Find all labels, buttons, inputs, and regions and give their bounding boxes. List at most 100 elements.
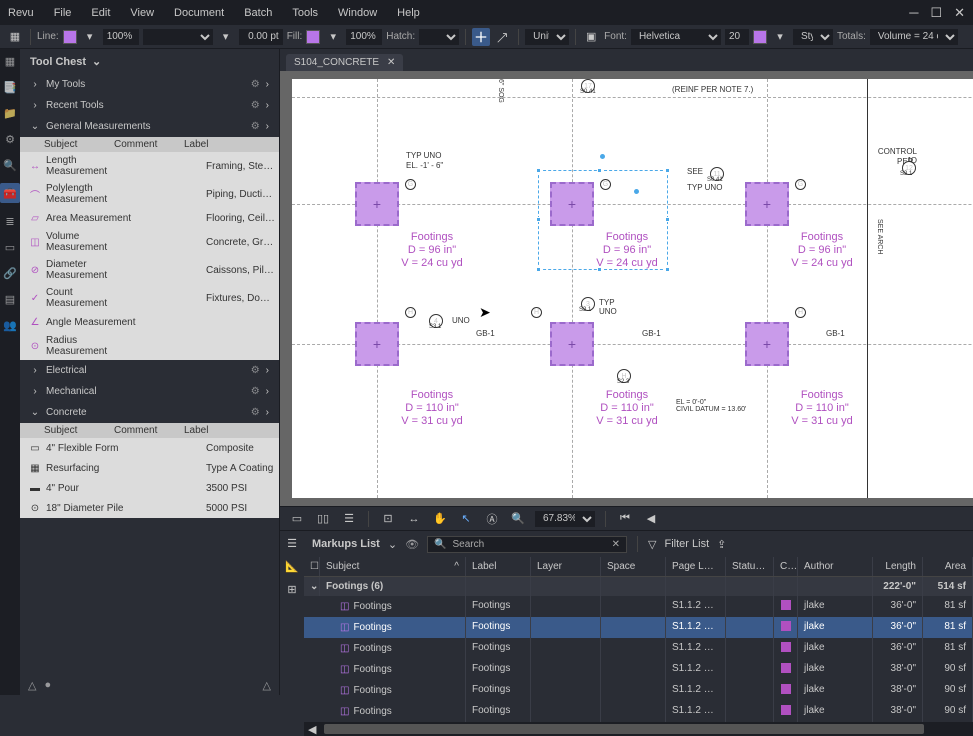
menu-revu[interactable]: Revu: [8, 7, 34, 19]
filter-icon[interactable]: ▽: [648, 538, 656, 551]
pan-icon[interactable]: ✋: [431, 510, 449, 528]
markups-row[interactable]: ◫ FootingsFootingsS1.1.2 FOUN...jlake38'…: [304, 659, 973, 680]
concrete-tool[interactable]: ⊙18" Diameter Pile5000 PSI: [20, 498, 279, 518]
slider-handle[interactable]: ●: [44, 679, 51, 691]
document-tab[interactable]: S104_CONCRETE ✕: [286, 54, 403, 71]
window-maximize[interactable]: ☐: [930, 5, 942, 21]
markups-list-icon[interactable]: ☰: [287, 537, 297, 550]
menu-help[interactable]: Help: [397, 7, 420, 19]
layers-icon[interactable]: ≣: [2, 213, 18, 229]
fill-color-swatch[interactable]: [306, 30, 320, 44]
subject-column[interactable]: Subject^: [320, 557, 466, 576]
forms-icon[interactable]: ▭: [2, 239, 18, 255]
line-opacity-input[interactable]: [103, 29, 139, 45]
footing-markup[interactable]: [745, 322, 789, 366]
gear-icon[interactable]: ⚙: [251, 100, 260, 111]
menu-view[interactable]: View: [130, 7, 154, 19]
gear-icon[interactable]: ⚙: [251, 121, 260, 132]
page-column[interactable]: Page Label: [666, 557, 726, 576]
layer-column[interactable]: Layer: [531, 557, 601, 576]
studio-icon[interactable]: 👥: [2, 317, 18, 333]
markups-row[interactable]: ◫ FootingsFootingsS1.1.2 FOUN...jlake36'…: [304, 638, 973, 659]
space-column[interactable]: Space: [601, 557, 666, 576]
font-select[interactable]: Helvetica: [631, 29, 721, 45]
author-column[interactable]: Author: [798, 557, 873, 576]
style-select[interactable]: Style: [793, 29, 833, 45]
font-color-swatch[interactable]: [753, 30, 767, 44]
fill-opacity-input[interactable]: [346, 29, 382, 45]
visibility-icon[interactable]: 👁: [405, 538, 419, 551]
measurement-tool[interactable]: ⊙Radius Measurement: [20, 332, 279, 360]
line-dropdown-icon[interactable]: ▾: [81, 28, 99, 46]
line-color-swatch[interactable]: [63, 30, 77, 44]
footing-markup[interactable]: [550, 322, 594, 366]
menu-document[interactable]: Document: [174, 7, 224, 19]
fit-width-icon[interactable]: ↔: [405, 510, 423, 528]
area-column[interactable]: Area: [923, 557, 973, 576]
menu-batch[interactable]: Batch: [244, 7, 272, 19]
panel-toggle-icon[interactable]: ▦: [6, 28, 24, 46]
measurement-tool[interactable]: ⊘Diameter MeasurementCaissons, Piles, Co…: [20, 256, 279, 284]
export-icon[interactable]: △: [28, 679, 36, 692]
line-weight-input[interactable]: [239, 29, 283, 45]
measurement-tool[interactable]: ◫Volume MeasurementConcrete, Grading: [20, 228, 279, 256]
window-minimize[interactable]: ─: [909, 5, 918, 21]
search-icon[interactable]: 🔍: [2, 157, 18, 173]
measurements-icon[interactable]: 📐: [285, 560, 299, 573]
footing-markup[interactable]: [355, 182, 399, 226]
split-none-icon[interactable]: ▭: [288, 510, 306, 528]
bookmarks-icon[interactable]: 📑: [2, 79, 18, 95]
text-select-icon[interactable]: Ⓐ: [483, 510, 501, 528]
menu-file[interactable]: File: [54, 7, 72, 19]
length-column[interactable]: Length: [873, 557, 923, 576]
close-tab-icon[interactable]: ✕: [387, 57, 395, 68]
recent-tools-section[interactable]: ›Recent Tools⚙›: [20, 95, 279, 116]
markups-row[interactable]: ◫ FootingsFootingsS1.1.2 FOUN...jlake36'…: [304, 596, 973, 617]
split-v-icon[interactable]: ▯▯: [314, 510, 332, 528]
general-measurements-section[interactable]: ⌄General Measurements⚙›: [20, 116, 279, 137]
arrow-tool-icon[interactable]: [494, 28, 512, 46]
links-icon[interactable]: 🔗: [2, 265, 18, 281]
file-access-icon[interactable]: 📁: [2, 105, 18, 121]
color-column[interactable]: Col...: [774, 557, 798, 576]
font-size-input[interactable]: [725, 29, 749, 45]
concrete-section[interactable]: ⌄Concrete⚙›: [20, 402, 279, 423]
clear-icon[interactable]: ✕: [612, 539, 620, 550]
chevron-down-icon[interactable]: ⌄: [92, 55, 101, 68]
fit-page-icon[interactable]: ⊡: [379, 510, 397, 528]
gear-icon[interactable]: ⚙: [251, 79, 260, 90]
line-style-select[interactable]: [143, 29, 213, 45]
prev-page-icon[interactable]: ◀: [642, 510, 660, 528]
footing-markup[interactable]: [355, 322, 399, 366]
units-select[interactable]: Units: [525, 29, 569, 45]
select-icon[interactable]: ↖: [457, 510, 475, 528]
label-column[interactable]: Label: [466, 557, 531, 576]
first-page-icon[interactable]: ⏮: [616, 510, 634, 528]
search-input[interactable]: 🔍 Search ✕: [427, 536, 627, 553]
measurement-tool[interactable]: ↔Length MeasurementFraming, Steel, Grid …: [20, 152, 279, 180]
properties-icon[interactable]: ⚙: [2, 131, 18, 147]
markups-row[interactable]: ◫ FootingsFootingsS1.1.2 FOUN...jlake38'…: [304, 701, 973, 722]
chevron-down-icon[interactable]: ⌄: [388, 538, 397, 551]
measurement-tool[interactable]: ⌒Polylength MeasurementPiping, Ducting, …: [20, 180, 279, 208]
zoom-select[interactable]: 67.83%: [535, 511, 595, 527]
concrete-tool[interactable]: ▬4" Pour3500 PSI: [20, 478, 279, 498]
tool-chest-icon[interactable]: 🧰: [0, 183, 20, 203]
drawing-canvas[interactable]: FootingsD = 96 in"V = 24 cu yd FootingsD…: [280, 71, 973, 506]
measurement-tool[interactable]: ∠Angle Measurement: [20, 312, 279, 332]
horizontal-scrollbar[interactable]: ◀▶: [304, 722, 973, 736]
zoom-icon[interactable]: 🔍: [509, 510, 527, 528]
import-icon[interactable]: △: [263, 679, 271, 692]
menu-window[interactable]: Window: [338, 7, 377, 19]
thumbnails-icon[interactable]: ▦: [2, 53, 18, 69]
markups-group-row[interactable]: ⌄ Footings (6) 222'-0" 514 sf 164 cu yd …: [304, 577, 973, 596]
my-tools-section[interactable]: ›My Tools⚙›: [20, 74, 279, 95]
status-column[interactable]: Status ↕: [726, 557, 774, 576]
align-icon[interactable]: ▣: [582, 28, 600, 46]
hatch-select[interactable]: [419, 29, 459, 45]
quantity-icon[interactable]: ⊞: [287, 583, 296, 596]
concrete-tool[interactable]: ▦ResurfacingType A Coating: [20, 458, 279, 478]
split-h-icon[interactable]: ☰: [340, 510, 358, 528]
totals-select[interactable]: Volume = 24 cu yd: [870, 29, 958, 45]
mechanical-section[interactable]: ›Mechanical⚙›: [20, 381, 279, 402]
